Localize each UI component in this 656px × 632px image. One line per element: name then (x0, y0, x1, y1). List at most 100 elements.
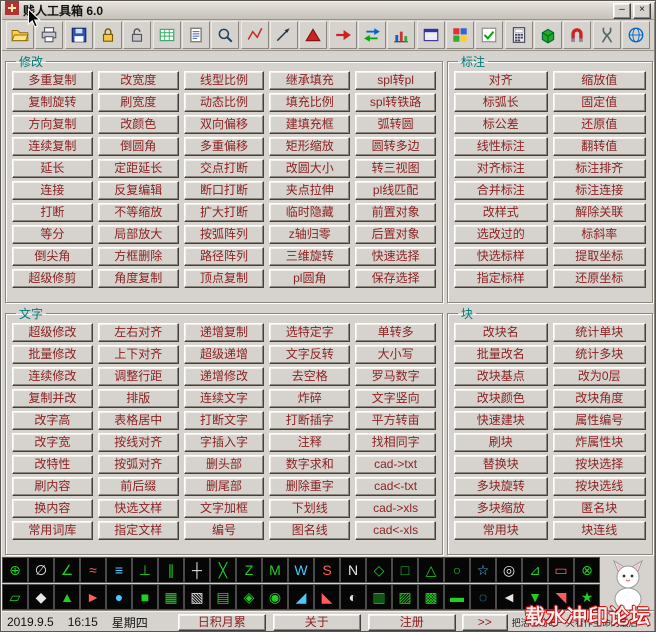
button-modify-动态比例[interactable]: 动态比例 (184, 93, 265, 112)
button-block-刷块[interactable]: 刷块 (454, 433, 548, 452)
button-text-连续修改[interactable]: 连续修改 (12, 367, 93, 386)
cad-icon[interactable]: ╳ (210, 557, 236, 583)
button-text-批量修改[interactable]: 批量修改 (12, 345, 93, 364)
button-block-改块基点[interactable]: 改块基点 (454, 367, 548, 386)
button-modify-局部放大[interactable]: 局部放大 (98, 225, 179, 244)
button-text-改特性[interactable]: 改特性 (12, 455, 93, 474)
cad-icon[interactable]: ■ (132, 584, 158, 610)
button-block-统计单块[interactable]: 统计单块 (553, 323, 647, 342)
solid-icon[interactable] (299, 21, 327, 49)
button-block-属性编号[interactable]: 属性编号 (553, 411, 647, 430)
button-text-改字宽[interactable]: 改字宽 (12, 433, 93, 452)
button-dimension-标斜率[interactable]: 标斜率 (553, 225, 647, 244)
button-text-编号[interactable]: 编号 (184, 521, 265, 540)
button-modify-临时隐藏[interactable]: 临时隐藏 (269, 203, 350, 222)
cad-icon[interactable]: ▥ (366, 584, 392, 610)
cad-icon[interactable]: ▦ (158, 584, 184, 610)
button-dimension-还原坐标[interactable]: 还原坐标 (553, 269, 647, 288)
check-icon[interactable] (475, 21, 503, 49)
button-modify-复制旋转[interactable]: 复制旋转 (12, 93, 93, 112)
cad-icon[interactable]: ◉ (262, 584, 288, 610)
button-dimension-解除关联[interactable]: 解除关联 (553, 203, 647, 222)
cad-icon[interactable]: ◇ (366, 557, 392, 583)
button-modify-保存选择[interactable]: 保存选择 (355, 269, 436, 288)
button-modify-断口打断[interactable]: 断口打断 (184, 181, 265, 200)
button-text-递增修改[interactable]: 递增修改 (184, 367, 265, 386)
cad-icon[interactable]: ★ (574, 584, 600, 610)
button-modify-反复编辑[interactable]: 反复编辑 (98, 181, 179, 200)
button-modify-后置对象[interactable]: 后置对象 (355, 225, 436, 244)
button-modify-pl线匹配[interactable]: pl线匹配 (355, 181, 436, 200)
button-modify-改圆大小[interactable]: 改圆大小 (269, 159, 350, 178)
button-modify-角度复制[interactable]: 角度复制 (98, 269, 179, 288)
cad-icon[interactable]: S (314, 557, 340, 583)
button-dimension-标注排齐[interactable]: 标注排齐 (553, 159, 647, 178)
button-modify-倒圆角[interactable]: 倒圆角 (98, 137, 179, 156)
button-modify-双向偏移[interactable]: 双向偏移 (184, 115, 265, 134)
button-modify-不等缩放[interactable]: 不等缩放 (98, 203, 179, 222)
button-modify-线型比例[interactable]: 线型比例 (184, 71, 265, 90)
globe-icon[interactable] (622, 21, 650, 49)
expand-button[interactable]: >> (462, 614, 508, 631)
button-block-快速建块[interactable]: 快速建块 (454, 411, 548, 430)
cad-icon[interactable]: ≈ (80, 557, 106, 583)
button-text-删头部[interactable]: 删头部 (184, 455, 265, 474)
button-block-多块旋转[interactable]: 多块旋转 (454, 477, 548, 496)
button-dimension-对齐标注[interactable]: 对齐标注 (454, 159, 548, 178)
printer-icon[interactable] (35, 21, 63, 49)
button-modify-弧转圆[interactable]: 弧转圆 (355, 115, 436, 134)
button-block-常用块[interactable]: 常用块 (454, 521, 548, 540)
cad-icon[interactable]: Z (236, 557, 262, 583)
button-text-注释[interactable]: 注释 (269, 433, 350, 452)
button-text-连续文字[interactable]: 连续文字 (184, 389, 265, 408)
status-button-日积月累[interactable]: 日积月累 (178, 614, 266, 631)
button-text-文字竖向[interactable]: 文字竖向 (355, 389, 436, 408)
button-block-改块名[interactable]: 改块名 (454, 323, 548, 342)
cad-icon[interactable]: ⊕ (2, 557, 28, 583)
button-modify-倒尖角[interactable]: 倒尖角 (12, 247, 93, 266)
cad-icon[interactable]: ● (106, 584, 132, 610)
cad-icon[interactable]: ∅ (28, 557, 54, 583)
button-dimension-固定值[interactable]: 固定值 (553, 93, 647, 112)
button-modify-顶点复制[interactable]: 顶点复制 (184, 269, 265, 288)
button-modify-定距延长[interactable]: 定距延长 (98, 159, 179, 178)
cad-icon[interactable]: ◣ (314, 584, 340, 610)
button-modify-z轴归零[interactable]: z轴归零 (269, 225, 350, 244)
button-modify-多重复制[interactable]: 多重复制 (12, 71, 93, 90)
button-text-改字高[interactable]: 改字高 (12, 411, 93, 430)
cad-icon[interactable]: N (340, 557, 366, 583)
minimize-button[interactable]: – (613, 3, 631, 19)
calculator-icon[interactable] (505, 21, 533, 49)
button-modify-扩大打断[interactable]: 扩大打断 (184, 203, 265, 222)
arrow-icon[interactable] (270, 21, 298, 49)
button-text-递增复制[interactable]: 递增复制 (184, 323, 265, 342)
button-text-按线对齐[interactable]: 按线对齐 (98, 433, 179, 452)
magnet-icon[interactable] (563, 21, 591, 49)
button-dimension-标公差[interactable]: 标公差 (454, 115, 548, 134)
button-block-多块缩放[interactable]: 多块缩放 (454, 499, 548, 518)
button-text-前后缀[interactable]: 前后缀 (98, 477, 179, 496)
button-block-按块选择[interactable]: 按块选择 (553, 455, 647, 474)
button-text-文字加框[interactable]: 文字加框 (184, 499, 265, 518)
cad-icon[interactable]: ▤ (210, 584, 236, 610)
button-text-调整行距[interactable]: 调整行距 (98, 367, 179, 386)
button-modify-spl转铁路[interactable]: spl转铁路 (355, 93, 436, 112)
button-dimension-标弧长[interactable]: 标弧长 (454, 93, 548, 112)
cad-icon[interactable]: ⊥ (132, 557, 158, 583)
cad-icon[interactable]: ∠ (54, 557, 80, 583)
button-dimension-对齐[interactable]: 对齐 (454, 71, 548, 90)
button-modify-矩形缩放[interactable]: 矩形缩放 (269, 137, 350, 156)
button-text-删尾部[interactable]: 删尾部 (184, 477, 265, 496)
open-folder-icon[interactable] (6, 21, 34, 49)
cad-icon[interactable]: ▭ (548, 557, 574, 583)
button-modify-路径阵列[interactable]: 路径阵列 (184, 247, 265, 266)
cad-icon[interactable]: ▬ (444, 584, 470, 610)
cad-icon[interactable]: ▲ (54, 584, 80, 610)
red-arrow-icon[interactable] (329, 21, 357, 49)
cad-icon[interactable]: ☆ (470, 557, 496, 583)
cad-icon[interactable]: ▨ (392, 584, 418, 610)
zoom-icon[interactable] (211, 21, 239, 49)
button-text-cad->txt[interactable]: cad->txt (355, 455, 436, 474)
button-dimension-指定标样[interactable]: 指定标样 (454, 269, 548, 288)
cad-icon[interactable]: ┼ (184, 557, 210, 583)
